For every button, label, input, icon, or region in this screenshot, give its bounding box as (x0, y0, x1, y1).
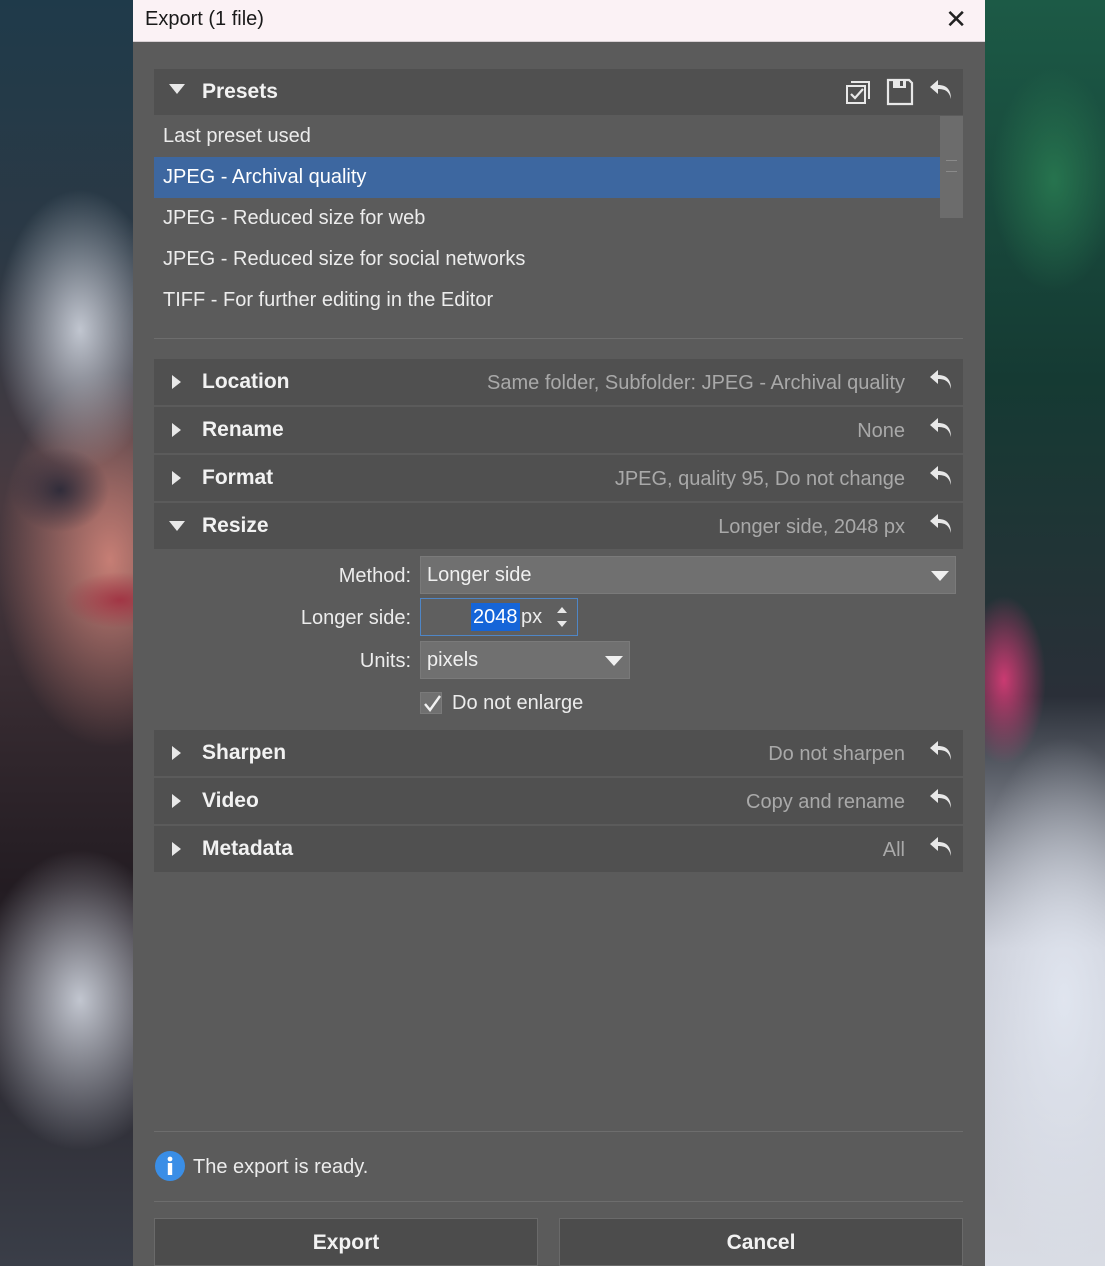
preset-item[interactable]: TIFF - For further editing in the Editor (154, 280, 940, 321)
longer-side-label: Longer side: (300, 607, 411, 629)
section-location[interactable]: Location Same folder, Subfolder: JPEG - … (154, 359, 963, 405)
do-not-enlarge-label[interactable]: Do not enlarge (452, 692, 583, 715)
units-value: pixels (427, 649, 479, 671)
save-preset-icon[interactable] (885, 77, 915, 107)
section-summary: Longer side, 2048 px (718, 516, 905, 538)
preset-item[interactable]: Last preset used (154, 116, 940, 157)
reset-icon[interactable] (927, 77, 955, 105)
chevron-down-icon (931, 571, 949, 581)
section-summary: Do not sharpen (768, 743, 905, 765)
method-label: Method: (338, 565, 411, 587)
method-value: Longer side (427, 564, 532, 586)
preset-item[interactable]: JPEG - Reduced size for web (154, 198, 940, 239)
export-dialog: Export (1 file) ✕ Presets Last preset us… (133, 0, 985, 1266)
close-icon[interactable]: ✕ (945, 4, 967, 34)
section-label: Metadata (202, 837, 294, 860)
stepper-down-icon[interactable] (557, 621, 567, 627)
reset-icon[interactable] (927, 738, 955, 766)
section-metadata[interactable]: Metadata All (154, 826, 963, 872)
chevron-down-icon (169, 521, 185, 531)
section-summary: Same folder, Subfolder: JPEG - Archival … (487, 372, 905, 394)
reset-icon[interactable] (927, 415, 955, 443)
units-select[interactable]: pixels (420, 641, 630, 679)
divider (154, 338, 963, 339)
longer-side-unit: px (521, 606, 543, 628)
chevron-right-icon (172, 471, 181, 485)
background-photo-left (0, 0, 134, 1266)
section-label: Sharpen (202, 741, 287, 764)
section-rename[interactable]: Rename None (154, 407, 963, 453)
section-summary: None (857, 420, 905, 442)
section-summary: All (882, 839, 905, 861)
section-label: Video (202, 789, 259, 812)
stepper-up-icon[interactable] (557, 607, 567, 613)
chevron-down-icon (169, 84, 185, 94)
reset-icon[interactable] (927, 367, 955, 395)
section-label: Format (202, 466, 274, 489)
reset-icon[interactable] (927, 463, 955, 491)
chevron-right-icon (172, 746, 181, 760)
chevron-right-icon (172, 794, 181, 808)
preset-scrollbar[interactable] (940, 116, 963, 218)
section-resize[interactable]: Resize Longer side, 2048 px (154, 503, 963, 549)
method-select[interactable]: Longer side (420, 556, 956, 594)
preset-item-selected[interactable]: JPEG - Archival quality (154, 157, 940, 198)
presets-header[interactable]: Presets (154, 69, 963, 115)
units-label: Units: (359, 650, 411, 672)
manage-presets-icon[interactable] (843, 77, 873, 107)
preset-list: Last preset used JPEG - Archival quality… (154, 116, 963, 338)
chevron-right-icon (172, 423, 181, 437)
status-message: The export is ready. (193, 1156, 369, 1178)
background-photo-right (984, 0, 1105, 1266)
section-video[interactable]: Video Copy and rename (154, 778, 963, 824)
section-label: Resize (202, 514, 269, 537)
chevron-right-icon (172, 375, 181, 389)
preset-item[interactable]: JPEG - Reduced size for social networks (154, 239, 940, 280)
divider (154, 1201, 963, 1202)
longer-side-input[interactable]: 2048 (471, 603, 520, 631)
section-label: Rename (202, 418, 284, 441)
section-label: Location (202, 370, 290, 393)
reset-icon[interactable] (927, 834, 955, 862)
reset-icon[interactable] (927, 511, 955, 539)
section-format[interactable]: Format JPEG, quality 95, Do not change (154, 455, 963, 501)
export-button[interactable]: Export (154, 1218, 538, 1266)
chevron-down-icon (605, 656, 623, 666)
divider (154, 1131, 963, 1132)
presets-title: Presets (202, 80, 278, 103)
checkmark-icon (424, 695, 441, 712)
info-icon (154, 1150, 186, 1182)
section-summary: Copy and rename (746, 791, 905, 813)
section-sharpen[interactable]: Sharpen Do not sharpen (154, 730, 963, 776)
reset-icon[interactable] (927, 786, 955, 814)
window-title: Export (1 file) (145, 8, 264, 30)
cancel-button[interactable]: Cancel (559, 1218, 963, 1266)
title-bar: Export (1 file) ✕ (133, 0, 985, 42)
scrollbar-grip[interactable] (946, 160, 957, 172)
stepper-buttons[interactable] (553, 603, 571, 631)
chevron-right-icon (172, 842, 181, 856)
section-summary: JPEG, quality 95, Do not change (614, 468, 905, 490)
do-not-enlarge-checkbox[interactable] (420, 692, 442, 714)
longer-side-stepper[interactable]: 2048 px (420, 598, 578, 636)
